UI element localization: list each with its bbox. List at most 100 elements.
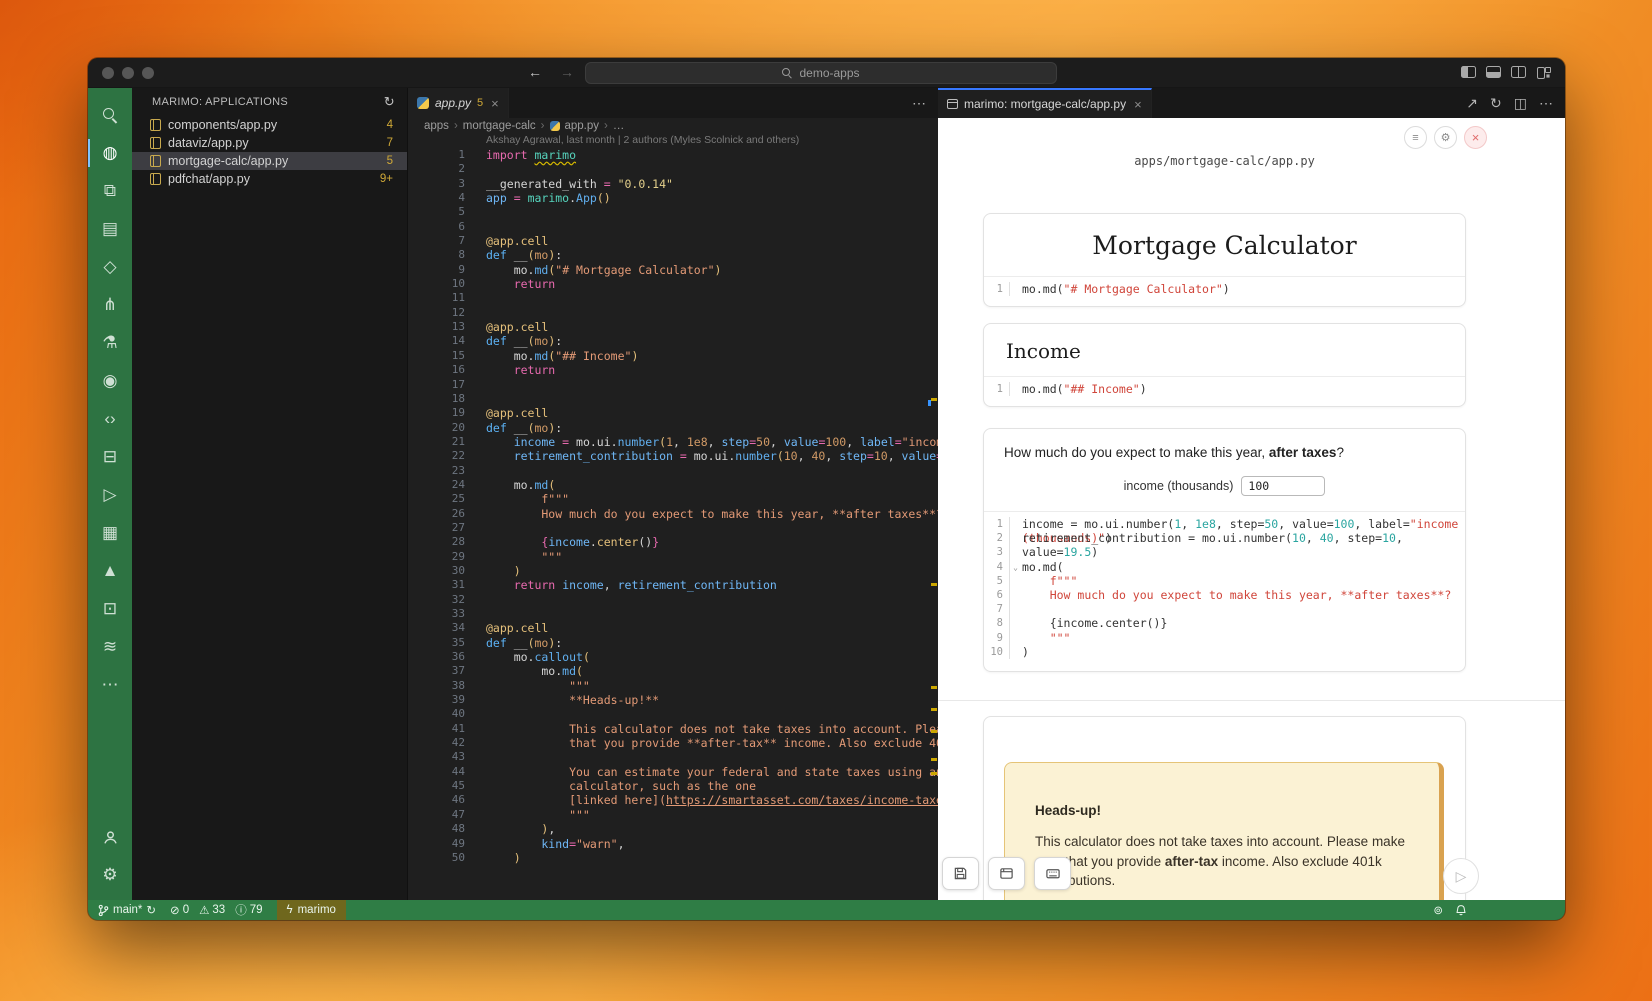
customize-layout-icon[interactable] (1536, 66, 1551, 78)
docker-icon[interactable]: ≋ (88, 628, 132, 666)
close-tab-icon[interactable]: × (1134, 97, 1142, 112)
code-line: 1income = mo.ui.number(1, 1e8, step=50, … (984, 517, 1465, 531)
marimo-bolt-icon: ϟ (287, 904, 293, 916)
editor-tab-bar: app.py 5 × ⋯ (408, 88, 938, 118)
pipeline-icon[interactable]: ⋔ (88, 286, 132, 324)
sidebar-file-item[interactable]: mortgage-calc/app.py5 (132, 152, 407, 170)
shapes-icon[interactable]: ◇ (88, 248, 132, 286)
cell-mortgage-calculator: Mortgage Calculator 1mo.md("# Mortgage C… (983, 213, 1466, 307)
code-line: 9 mo.md("# Mortgage Calculator") (408, 263, 938, 277)
sidebar-file-item[interactable]: pdfchat/app.py9+ (132, 170, 407, 188)
code-line: 3__generated_with = "0.0.14" (408, 177, 938, 191)
settings-gear-icon[interactable]: ⚙ (88, 856, 132, 894)
rocket-icon[interactable]: ▲ (88, 552, 132, 590)
cell-code[interactable]: 1mo.md("# Mortgage Calculator") (984, 276, 1465, 302)
breadcrumb-mortgage-calc[interactable]: mortgage-calc (463, 120, 536, 132)
marimo-status-item[interactable]: ϟ marimo (277, 900, 346, 920)
breadcrumb-file[interactable]: app.py (565, 120, 600, 132)
code-line: 48 ), (408, 822, 938, 836)
prompt-bold: after taxes (1269, 445, 1337, 460)
code-brackets-icon[interactable]: ‹› (88, 400, 132, 438)
search-icon[interactable] (88, 96, 132, 134)
python-icon (417, 97, 429, 109)
errors-count: 0 (183, 904, 189, 916)
info-count: 79 (250, 904, 263, 916)
code-line: 26 How much do you expect to make this y… (408, 507, 938, 521)
open-preview-icon[interactable]: ▤ (88, 210, 132, 248)
code-line: 4⌄mo.md( (984, 560, 1465, 574)
notifications-bell-icon[interactable] (1455, 904, 1467, 917)
explorer-files-icon[interactable]: ⧉ (88, 172, 132, 210)
marimo-label: marimo (298, 904, 336, 916)
income-number-input[interactable] (1241, 476, 1325, 496)
tab-marimo-webview[interactable]: marimo: mortgage-calc/app.py × (938, 88, 1152, 118)
debug-icon[interactable]: ⊚ (1433, 903, 1443, 917)
problems-item[interactable]: ⊘ 0 ⚠ 33 ⓘ 79 (170, 902, 262, 918)
editor-more-actions-icon[interactable]: ⋯ (912, 95, 926, 112)
vscode-window: ← → demo-apps ◍⧉▤◇⋔⚗◉‹›⊟▷▦▲⊡≋⋯ ⚙ (88, 58, 1565, 920)
split-editor-icon[interactable]: ◫ (1514, 95, 1527, 112)
forward-icon[interactable]: → (560, 64, 574, 80)
cell-income-form: How much do you expect to make this year… (983, 428, 1466, 672)
breadcrumb-separator: › (604, 120, 608, 132)
tab-app-py[interactable]: app.py 5 × (408, 88, 509, 118)
account-icon[interactable] (88, 818, 132, 856)
back-icon[interactable]: ← (528, 64, 542, 80)
refresh-icon[interactable]: ↻ (384, 94, 395, 110)
close-tab-icon[interactable]: × (491, 96, 499, 111)
notebook-icon (150, 119, 161, 131)
marimo-icon[interactable]: ◍ (88, 134, 132, 172)
cell-code[interactable]: 1income = mo.ui.number(1, 1e8, step=50, … (984, 511, 1465, 665)
code-line: 18 (408, 392, 938, 406)
breadcrumb-more[interactable]: … (613, 120, 625, 132)
webview-icon (947, 99, 958, 109)
open-external-icon[interactable]: ↗ (1466, 95, 1478, 112)
notebook-icon[interactable]: ▦ (88, 514, 132, 552)
shutdown-close-icon[interactable]: × (1464, 126, 1487, 149)
sidebar-file-item[interactable]: dataviz/app.py7 (132, 134, 407, 152)
menu-icon[interactable]: ≡ (1404, 126, 1427, 149)
tab-label: app.py (435, 96, 471, 110)
code-line: 47 """ (408, 808, 938, 822)
code-line: 17 (408, 378, 938, 392)
toggle-sidebar-icon[interactable] (1461, 66, 1476, 78)
toggle-secondary-sidebar-icon[interactable] (1511, 66, 1526, 78)
save-button[interactable] (942, 857, 979, 890)
code-line: 5 (408, 205, 938, 219)
zoom-window-button[interactable] (142, 67, 154, 79)
code-editor[interactable]: 1import marimo23__generated_with = "0.0.… (408, 148, 938, 900)
file-name: dataviz/app.py (168, 136, 249, 150)
sidebar-file-item[interactable]: components/app.py4 (132, 116, 407, 134)
more-actions-icon[interactable]: ⋯ (1539, 95, 1553, 112)
run-app-button[interactable]: ▷ (1443, 858, 1479, 894)
search-icon (782, 68, 793, 79)
code-line: 34@app.cell (408, 621, 938, 635)
overview-ruler[interactable] (929, 118, 937, 900)
git-branch-item[interactable]: main* ↻ (98, 903, 156, 917)
toggle-panel-icon[interactable] (1486, 66, 1501, 78)
code-line: 16 return (408, 363, 938, 377)
code-line: 35def __(mo): (408, 636, 938, 650)
breadcrumb[interactable]: apps › mortgage-calc › app.py › … (408, 118, 938, 134)
run-circle-icon[interactable]: ▷ (88, 476, 132, 514)
code-line: 4app = marimo.App() (408, 191, 938, 205)
application-file-list: components/app.py4dataviz/app.py7mortgag… (132, 116, 407, 188)
command-center-search[interactable]: demo-apps (585, 62, 1057, 84)
activity-items: ◍⧉▤◇⋔⚗◉‹›⊟▷▦▲⊡≋⋯ (88, 96, 132, 704)
marimo-app-webview: ≡ ⚙ × apps/mortgage-calc/app.py Mortgage… (938, 118, 1565, 900)
branch-name: main* (113, 904, 142, 916)
open-in-browser-button[interactable] (988, 857, 1025, 890)
activity-bar: ◍⧉▤◇⋔⚗◉‹›⊟▷▦▲⊡≋⋯ ⚙ (88, 88, 132, 900)
more-icon[interactable]: ⋯ (88, 666, 132, 704)
monitor-icon[interactable]: ⊡ (88, 590, 132, 628)
layout-panels-icon[interactable]: ⊟ (88, 438, 132, 476)
flask-icon[interactable]: ⚗ (88, 324, 132, 362)
close-window-button[interactable] (102, 67, 114, 79)
reload-icon[interactable]: ↻ (1490, 95, 1502, 112)
github-icon[interactable]: ◉ (88, 362, 132, 400)
minimize-window-button[interactable] (122, 67, 134, 79)
keyboard-shortcuts-button[interactable] (1034, 857, 1071, 890)
app-settings-gear-icon[interactable]: ⚙ (1434, 126, 1457, 149)
breadcrumb-apps[interactable]: apps (424, 120, 449, 132)
cell-code[interactable]: 1mo.md("## Income") (984, 376, 1465, 402)
